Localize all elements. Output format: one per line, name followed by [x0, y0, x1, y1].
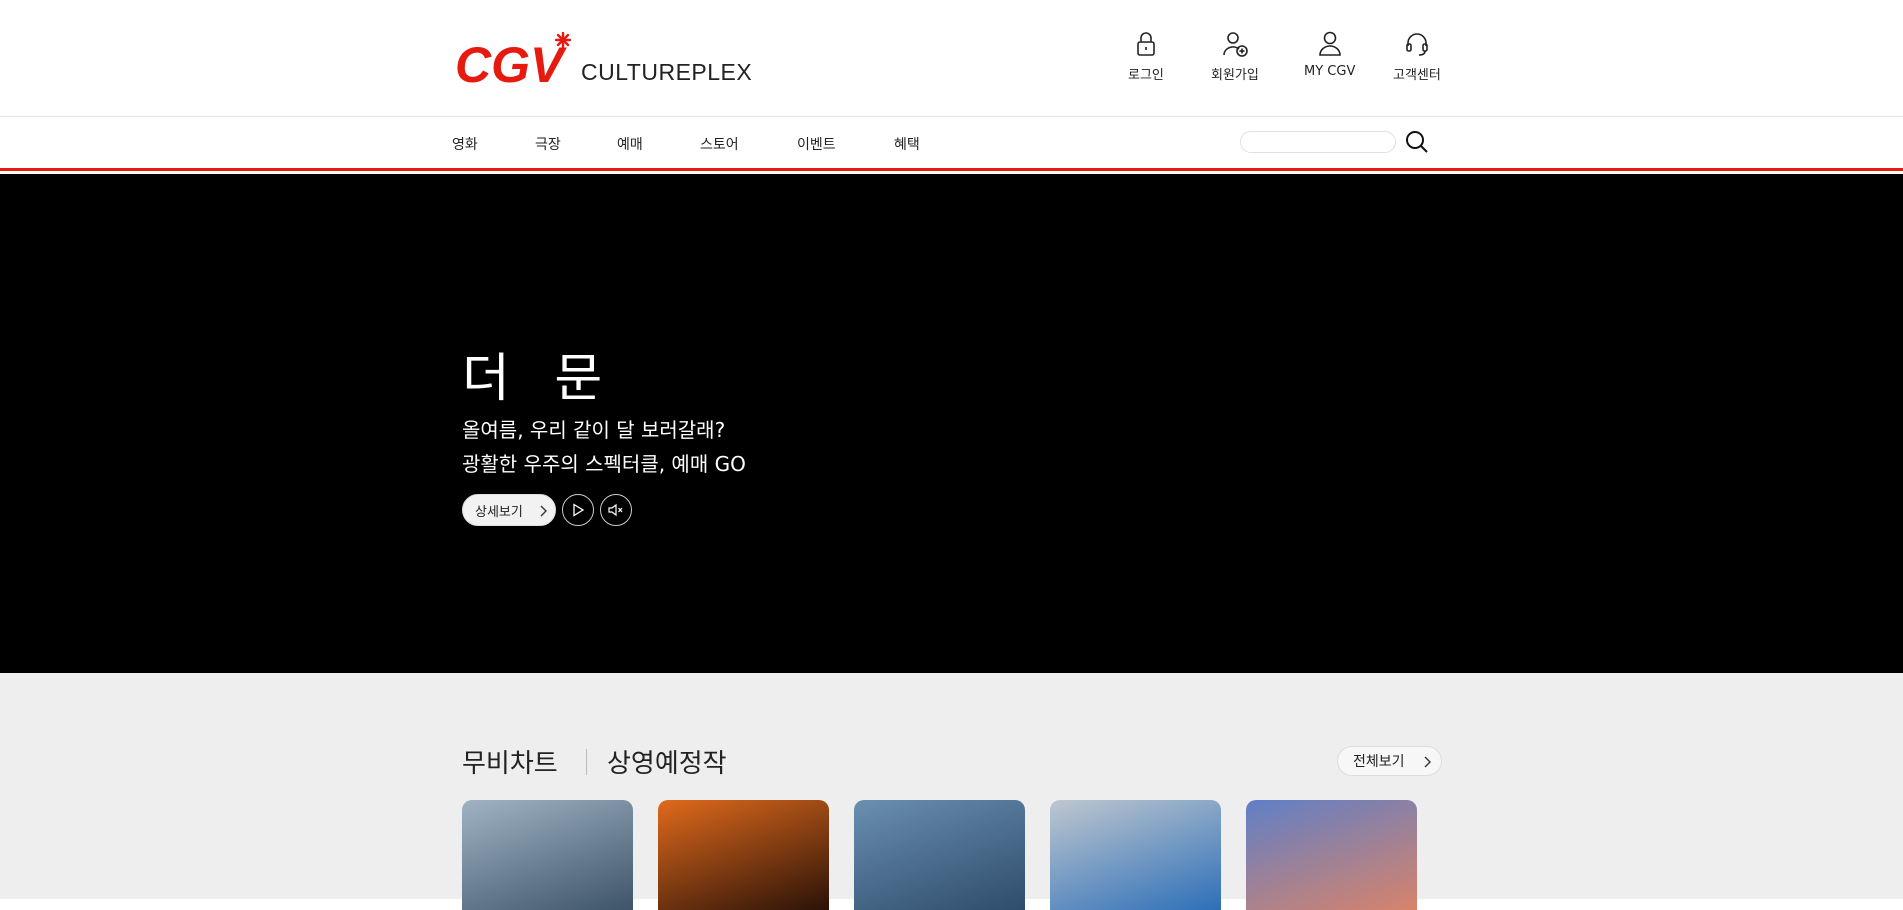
my-cgv-label: MY CGV [1304, 64, 1356, 79]
nav-item-benefit[interactable]: 혜택 [894, 134, 920, 154]
chevron-right-icon [1424, 756, 1431, 768]
chevron-right-icon [540, 505, 547, 517]
nav-item-event[interactable]: 이벤트 [797, 134, 836, 154]
hero-mute-button[interactable] [600, 494, 632, 526]
customer-center-link[interactable]: 고객센터 [1393, 30, 1441, 83]
poster-the-moon[interactable] [462, 800, 633, 910]
logo-tagline: CULTUREPLEX [581, 59, 753, 85]
my-cgv-link[interactable]: MY CGV [1304, 30, 1355, 79]
play-icon [573, 503, 585, 517]
view-all-button[interactable]: 전체보기 [1337, 746, 1442, 776]
customer-center-label: 고객센터 [1393, 68, 1441, 83]
nav-item-store[interactable]: 스토어 [700, 134, 739, 154]
poster-oppenheimer[interactable] [658, 800, 829, 910]
signup-link[interactable]: 회원가입 [1211, 30, 1259, 83]
hero-title: 더 문 [462, 349, 617, 409]
logo-letters: CGV [455, 37, 567, 88]
hero-play-button[interactable] [562, 494, 594, 526]
main-nav: 영화 극장 예매 스토어 이벤트 혜택 [0, 117, 1903, 171]
movie-chart-section: 무비차트 상영예정작 전체보기 [0, 673, 1903, 910]
nav-item-theater[interactable]: 극장 [535, 134, 561, 154]
hero-description-line1: 올여름, 우리 같이 달 보러갈래? [462, 418, 726, 442]
tab-divider [586, 749, 587, 775]
nav-item-movie[interactable]: 영화 [452, 134, 478, 154]
search-icon[interactable] [1404, 129, 1430, 155]
cgv-logo-mark: CGV [455, 32, 572, 88]
login-link[interactable]: 로그인 [1128, 30, 1164, 83]
poster-concrete-utopia[interactable] [854, 800, 1025, 910]
hero-description-line2: 광활한 우주의 스펙터클, 예매 GO [462, 452, 746, 476]
tab-upcoming[interactable]: 상영예정작 [607, 743, 727, 780]
lock-icon [1137, 32, 1155, 56]
tab-movie-chart[interactable]: 무비차트 [462, 743, 558, 780]
headset-icon [1406, 33, 1428, 56]
hero-banner: 더 문 올여름, 우리 같이 달 보러갈래? 광활한 우주의 스펙터클, 예매 … [0, 174, 1903, 673]
cgv-logo[interactable]: CGV CULTUREPLEX [455, 28, 752, 88]
user-icon [1318, 31, 1341, 56]
nav-item-ticketing[interactable]: 예매 [617, 134, 643, 154]
search-input[interactable] [1240, 131, 1396, 153]
hero-detail-label: 상세보기 [475, 504, 523, 520]
hero-detail-button[interactable]: 상세보기 [462, 494, 556, 526]
signup-label: 회원가입 [1211, 68, 1259, 83]
site-header: CGV CULTUREPLEX 로그인 회원가입 MY CGV 고객센터 [0, 0, 1903, 117]
poster-smugglers[interactable] [1050, 800, 1221, 910]
logo-star [554, 32, 572, 49]
view-all-label: 전체보기 [1353, 754, 1405, 770]
login-label: 로그인 [1128, 68, 1164, 83]
user-add-icon [1223, 32, 1248, 57]
speaker-mute-icon [608, 503, 623, 517]
poster-elemental[interactable] [1246, 800, 1417, 910]
